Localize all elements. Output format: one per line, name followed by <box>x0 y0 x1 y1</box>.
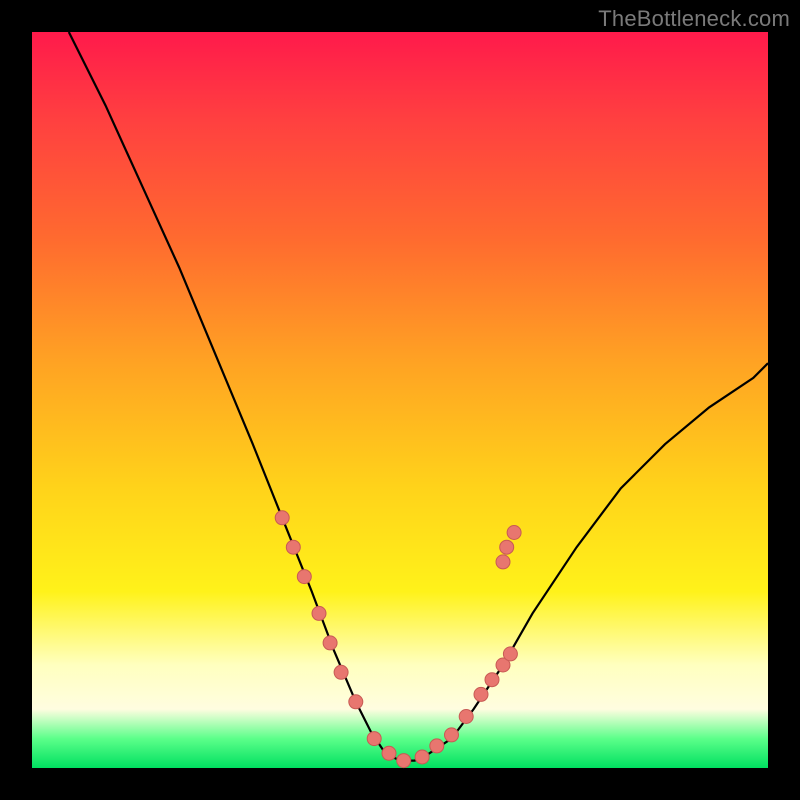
data-marker <box>485 673 499 687</box>
data-marker <box>500 540 514 554</box>
data-marker <box>415 750 429 764</box>
watermark-text: TheBottleneck.com <box>598 6 790 32</box>
curve-markers <box>275 511 521 768</box>
data-marker <box>507 526 521 540</box>
data-marker <box>297 570 311 584</box>
bottleneck-curve <box>69 32 768 761</box>
data-marker <box>275 511 289 525</box>
chart-frame: TheBottleneck.com <box>0 0 800 800</box>
data-marker <box>382 746 396 760</box>
plot-area <box>32 32 768 768</box>
data-marker <box>334 665 348 679</box>
data-marker <box>286 540 300 554</box>
data-marker <box>474 687 488 701</box>
data-marker <box>397 754 411 768</box>
data-marker <box>503 647 517 661</box>
data-marker <box>430 739 444 753</box>
data-marker <box>367 732 381 746</box>
data-marker <box>323 636 337 650</box>
data-marker <box>445 728 459 742</box>
data-marker <box>312 606 326 620</box>
data-marker <box>496 555 510 569</box>
data-marker <box>349 695 363 709</box>
chart-svg <box>32 32 768 768</box>
data-marker <box>459 710 473 724</box>
